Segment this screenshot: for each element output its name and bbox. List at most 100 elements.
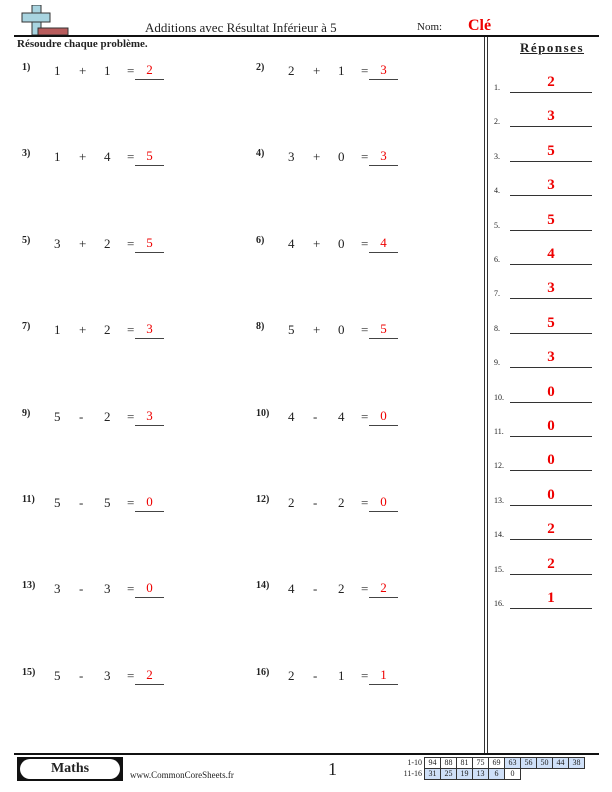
answer-key-item: 4. 3 [493, 176, 593, 197]
subject-label: Maths [20, 759, 120, 779]
answer-key-value: 5 [510, 212, 592, 231]
answer-key-value: 5 [510, 143, 592, 162]
answer-blank[interactable]: 2 [135, 62, 164, 80]
equals-sign: = [127, 63, 135, 78]
operator: + [313, 63, 321, 78]
footer-divider [14, 753, 599, 755]
answer-key-number: 4. [494, 186, 500, 196]
operator: + [79, 236, 87, 251]
answer-key-item: 16. 1 [493, 589, 593, 609]
answer-blank[interactable]: 0 [369, 494, 398, 512]
operator: + [79, 149, 87, 164]
answer-blank[interactable]: 0 [135, 494, 164, 512]
answer-blank[interactable]: 3 [135, 321, 164, 339]
logo-icon [21, 5, 69, 35]
answer-key-item: 5. 5 [493, 211, 593, 231]
operand-a: 1 [54, 149, 61, 164]
answer-blank[interactable]: 2 [369, 580, 398, 598]
answer-key-value: 2 [510, 74, 592, 93]
operator: + [79, 322, 87, 337]
answer-blank[interactable]: 5 [135, 148, 164, 166]
problem-number: 3) [22, 148, 31, 159]
answer-key-value: 4 [510, 246, 592, 265]
operand-b: 2 [338, 581, 345, 596]
score-row-label: 1-10 [407, 758, 422, 767]
score-cell: 38 [568, 756, 585, 769]
operand-b: 2 [338, 495, 345, 510]
problem-number: 14) [256, 580, 270, 591]
answer-blank[interactable]: 5 [369, 321, 398, 339]
problem-number: 11) [22, 494, 35, 505]
worksheet-title: Additions avec Résultat Inférieur à 5 [145, 20, 337, 35]
answer-key-number: 2. [494, 117, 500, 127]
instructions: Résoudre chaque problème. [17, 38, 148, 50]
equals-sign: = [127, 495, 135, 510]
website-link[interactable]: www.CommonCoreSheets.fr [130, 770, 234, 780]
operand-b: 2 [104, 236, 111, 251]
operand-a: 2 [288, 668, 295, 683]
score-cell: 13 [472, 767, 489, 780]
answer-blank[interactable]: 5 [135, 235, 164, 253]
equals-sign: = [361, 495, 369, 510]
answer-key-item: 14. 2 [493, 520, 593, 541]
answer-key-item: 13. 0 [493, 486, 593, 506]
answer-blank[interactable]: 4 [369, 235, 398, 253]
answer-key-number: 1. [494, 83, 500, 92]
answer-blank[interactable]: 3 [369, 148, 398, 166]
operator: - [79, 668, 84, 683]
score-cell: 19 [456, 767, 473, 780]
answer-key-item: 1. 2 [493, 73, 593, 93]
operator: + [313, 236, 321, 251]
answer-key-item: 6. 4 [493, 245, 593, 265]
answer-key-number: 10. [494, 392, 504, 402]
answer-key-number: 13. [494, 495, 504, 505]
equals-sign: = [361, 63, 369, 78]
score-cell: 50 [536, 756, 553, 769]
problem-number: 8) [256, 321, 265, 332]
answer-key-item: 9. 3 [493, 348, 593, 369]
column-divider [484, 37, 488, 753]
subject-badge: Maths [17, 757, 123, 781]
operator: - [313, 581, 318, 596]
answer-key-value: 3 [510, 280, 592, 300]
problem-number: 12) [256, 494, 270, 505]
answer-key-number: 11. [494, 427, 504, 436]
answer-key-number: 12. [494, 461, 504, 471]
operand-b: 0 [338, 236, 345, 251]
operator: - [313, 668, 318, 683]
answer-blank[interactable]: 0 [135, 580, 164, 598]
operand-a: 2 [288, 63, 295, 78]
equals-sign: = [361, 409, 369, 424]
operand-b: 1 [338, 668, 345, 683]
score-cell: 31 [424, 767, 441, 780]
answer-blank[interactable]: 1 [369, 667, 398, 685]
answer-key-item: 12. 0 [493, 451, 593, 472]
operand-b: 1 [104, 63, 111, 78]
equals-sign: = [127, 322, 135, 337]
operand-a: 5 [54, 495, 61, 510]
answer-key-value: 2 [510, 521, 592, 541]
answer-key-item: 15. 2 [493, 555, 593, 575]
operand-a: 4 [288, 236, 295, 251]
score-cell: 6 [488, 767, 505, 780]
equals-sign: = [361, 236, 369, 251]
score-row-label: 11-16 [403, 769, 422, 778]
operator: - [313, 409, 318, 424]
answer-blank[interactable]: 0 [369, 408, 398, 426]
answer-key-title: Réponses [520, 40, 585, 55]
operand-a: 3 [54, 236, 61, 251]
operand-b: 0 [338, 149, 345, 164]
answer-blank[interactable]: 3 [369, 62, 398, 80]
answer-blank[interactable]: 2 [135, 667, 164, 685]
answer-key-number: 3. [494, 151, 500, 161]
header-divider [14, 35, 599, 37]
operator: - [79, 581, 84, 596]
equals-sign: = [361, 149, 369, 164]
problem-number: 16) [256, 667, 270, 678]
answer-key-number: 16. [494, 599, 504, 608]
operand-a: 5 [54, 668, 61, 683]
problem-number: 4) [256, 148, 265, 159]
answer-blank[interactable]: 3 [135, 408, 164, 426]
equals-sign: = [127, 409, 135, 424]
operand-b: 5 [104, 495, 111, 510]
